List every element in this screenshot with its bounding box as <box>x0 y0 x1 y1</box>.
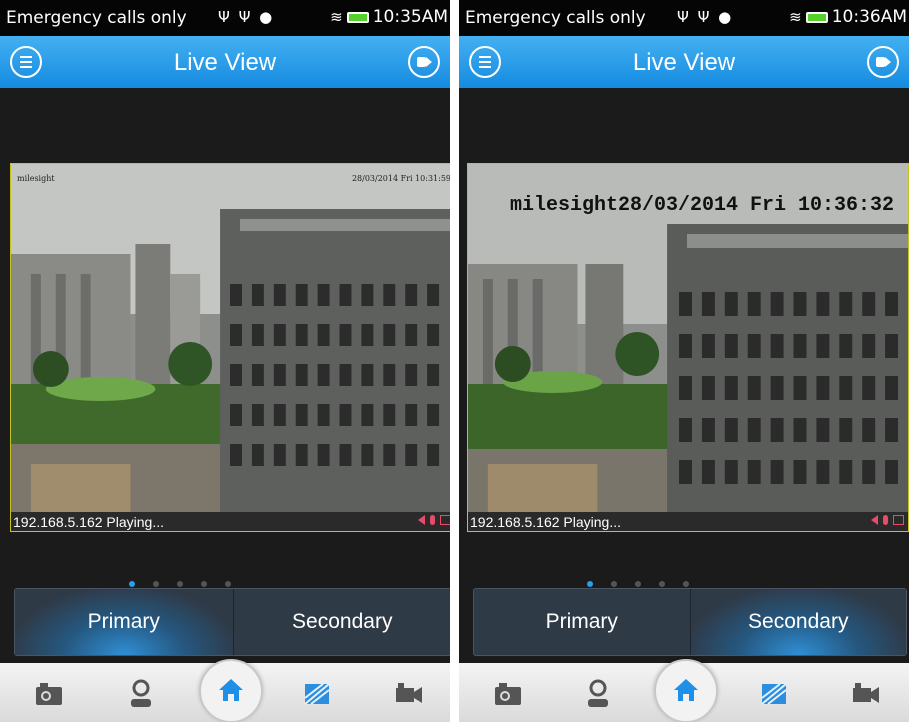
phone-screen-right: Emergency calls only Ψ Ψ ● ≋ 10:36AM Liv… <box>459 0 909 722</box>
carrier-text: Emergency calls only <box>6 8 187 28</box>
fullscreen-icon[interactable] <box>893 515 904 525</box>
page-dot[interactable] <box>153 581 159 587</box>
primary-stream-button[interactable]: Primary <box>15 589 233 655</box>
wifi-icon: ≋ <box>330 8 343 26</box>
page-dot[interactable] <box>659 581 665 587</box>
fullscreen-icon[interactable] <box>440 515 450 525</box>
page-indicator <box>459 581 863 587</box>
phone-screen-left: Emergency calls only Ψ Ψ ● ≋ 10:35AM Liv… <box>0 0 450 722</box>
microphone-icon[interactable] <box>430 515 435 525</box>
usb-android-icons: Ψ Ψ ● <box>218 8 275 26</box>
carrier-text: Emergency calls only <box>465 8 646 28</box>
page-title: Live View <box>173 49 277 76</box>
playback-person-icon[interactable] <box>124 677 158 711</box>
speaker-icon[interactable] <box>418 515 425 525</box>
live-video-panel[interactable]: milesight 28/03/2014 Fri 10:31:59 192.16… <box>10 163 450 532</box>
usb-android-icons: Ψ Ψ ● <box>677 8 734 26</box>
page-dot[interactable] <box>201 581 207 587</box>
live-video-panel[interactable]: milesight28/03/2014 Fri 10:36:32 192.168… <box>467 163 909 532</box>
osd-overlay-text: milesight28/03/2014 Fri 10:36:32 <box>510 194 895 217</box>
title-bar: Live View <box>459 36 909 88</box>
page-indicator <box>0 581 405 587</box>
osd-camera-name: milesight <box>17 174 55 183</box>
page-dot[interactable] <box>635 581 641 587</box>
osd-timestamp: 28/03/2014 Fri 10:31:59 <box>351 174 450 183</box>
home-button[interactable] <box>199 659 263 722</box>
connection-status: 192.168.5.162 Playing... <box>470 514 622 530</box>
clock-time: 10:36AM <box>831 7 907 27</box>
record-camera-icon[interactable] <box>408 46 440 78</box>
page-dot[interactable] <box>225 581 231 587</box>
home-icon <box>219 679 243 701</box>
playback-person-icon[interactable] <box>581 677 615 711</box>
camera-feed-image <box>11 164 450 512</box>
stream-selector: Primary Secondary <box>14 588 450 656</box>
home-icon <box>674 679 698 701</box>
camera-snapshot-icon[interactable] <box>491 677 525 711</box>
battery-icon <box>805 11 828 23</box>
record-camera-icon[interactable] <box>867 46 899 78</box>
page-dot[interactable] <box>611 581 617 587</box>
microphone-icon[interactable] <box>883 515 888 525</box>
page-title: Live View <box>632 49 736 76</box>
speaker-icon[interactable] <box>871 515 878 525</box>
page-dot[interactable] <box>587 581 593 587</box>
page-dot[interactable] <box>129 581 135 587</box>
secondary-stream-button[interactable]: Secondary <box>689 589 906 655</box>
battery-icon <box>346 11 369 23</box>
clock-time: 10:35AM <box>372 7 448 27</box>
bottom-nav <box>0 659 450 722</box>
wifi-icon: ≋ <box>789 8 802 26</box>
video-record-icon[interactable] <box>392 677 426 711</box>
image-grid-icon[interactable] <box>300 677 334 711</box>
camera-snapshot-icon[interactable] <box>32 677 66 711</box>
title-bar: Live View <box>0 36 450 88</box>
stream-selector: Primary Secondary <box>473 588 907 656</box>
primary-stream-button[interactable]: Primary <box>474 589 690 655</box>
page-dot[interactable] <box>683 581 689 587</box>
page-dot[interactable] <box>177 581 183 587</box>
status-bar: Emergency calls only Ψ Ψ ● ≋ 10:36AM <box>459 0 909 36</box>
video-status-bar: 192.168.5.162 Playing... <box>468 512 908 531</box>
connection-status: 192.168.5.162 Playing... <box>13 514 165 530</box>
home-button[interactable] <box>654 659 718 722</box>
bottom-nav <box>459 659 909 722</box>
image-grid-icon[interactable] <box>757 677 791 711</box>
video-record-icon[interactable] <box>849 677 883 711</box>
video-status-bar: 192.168.5.162 Playing... <box>11 512 450 531</box>
status-bar: Emergency calls only Ψ Ψ ● ≋ 10:35AM <box>0 0 450 36</box>
secondary-stream-button[interactable]: Secondary <box>232 589 451 655</box>
